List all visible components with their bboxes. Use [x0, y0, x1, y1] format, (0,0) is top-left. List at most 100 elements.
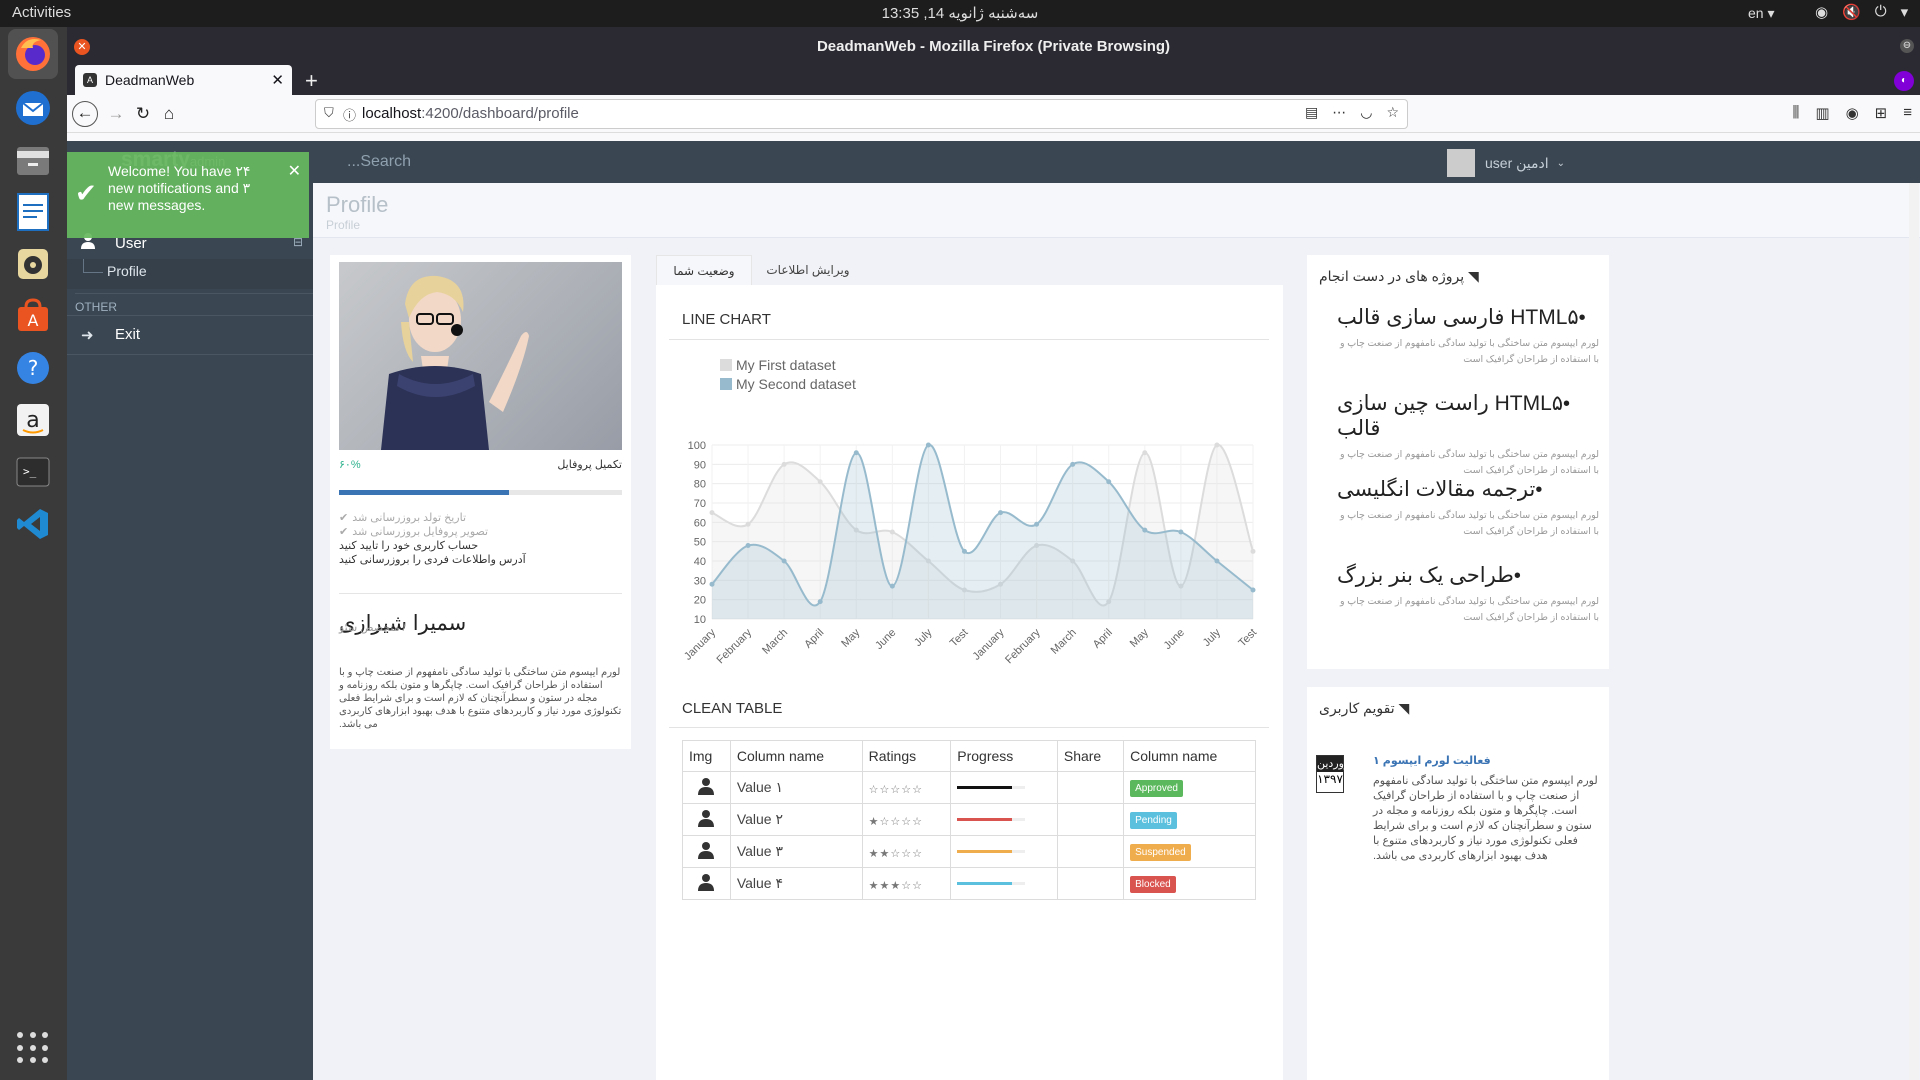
sidebar-item-profile[interactable]: Profile	[67, 259, 313, 289]
thunderbird-icon[interactable]	[8, 83, 58, 133]
legend-swatch	[720, 359, 732, 371]
library-icon[interactable]: ⫼	[1792, 104, 1799, 122]
table-header-row: Img Column name Ratings Progress Share Column…	[682, 740, 1256, 772]
profile-photo	[339, 262, 622, 450]
table-row[interactable]: Value ۴ ★★★☆☆ Blocked	[682, 867, 1256, 900]
star-rating[interactable]: ★★★☆☆	[869, 880, 923, 892]
terminal-icon[interactable]: >_	[8, 447, 58, 497]
x-tick-label: January	[682, 626, 719, 663]
private-browsing-icon: ◐	[1894, 71, 1914, 91]
data-point	[781, 461, 787, 467]
progress-cell	[950, 803, 1058, 836]
progress-cell	[950, 771, 1058, 804]
forward-button[interactable]: →	[103, 101, 129, 127]
data-point	[1142, 527, 1148, 533]
notification-toast[interactable]: ✔ Welcome! You have ۲۴ new notifications…	[67, 152, 309, 238]
bookmark-star-icon[interactable]: ☆	[1386, 104, 1399, 121]
sidebar-icon[interactable]: ▥	[1815, 104, 1829, 122]
project-item[interactable]: طراحی یک بنر بزرگ لورم ایپسوم متن ساختگی …	[1337, 563, 1599, 626]
column-header[interactable]: Share	[1056, 740, 1125, 772]
sign-out-icon: ➜	[81, 327, 94, 344]
extensions-icon[interactable]: ⊞	[1875, 104, 1888, 122]
column-header[interactable]: Ratings	[861, 740, 952, 772]
project-description: لورم ایپسوم متن ساختگی با تولید سادگی نا…	[1339, 596, 1599, 623]
star-rating[interactable]: ★☆☆☆☆	[869, 816, 923, 828]
column-header[interactable]: Column name	[729, 740, 863, 772]
row-progress-bar	[957, 818, 1026, 821]
star-rating[interactable]: ☆☆☆☆☆	[869, 784, 923, 796]
back-button[interactable]: ←	[72, 101, 98, 127]
line-chart: My First dataset My Second dataset 10 20 30 4…	[682, 357, 1259, 665]
software-store-icon[interactable]: A	[8, 291, 58, 341]
tracking-shield-icon[interactable]: ⛉	[324, 105, 334, 121]
data-point	[709, 581, 715, 587]
y-tick-label: 30	[694, 575, 706, 587]
table-row[interactable]: Value ۲ ★☆☆☆☆ Pending	[682, 803, 1256, 836]
x-tick-label: April	[1091, 627, 1115, 651]
svg-text:?: ?	[28, 356, 39, 380]
table-row[interactable]: Value ۳ ★★☆☆☆ Suspended	[682, 835, 1256, 868]
event-title[interactable]: فعالیت لورم ایپسوم ۱	[1373, 754, 1599, 767]
url-bar[interactable]: ⛉ ⓘ localhost:4200/dashboard/profile ▤ ⋯…	[315, 99, 1408, 129]
new-tab-button[interactable]: +	[305, 68, 318, 94]
rss-icon: ◥	[1468, 268, 1479, 284]
x-tick-label: Test	[1236, 627, 1259, 650]
data-point	[817, 479, 823, 485]
project-item[interactable]: HTML۵ فارسی سازی قالب لورم ایپسوم متن ساخ…	[1337, 305, 1599, 368]
divider	[339, 593, 622, 594]
rhythmbox-icon[interactable]	[8, 239, 58, 289]
project-description: لورم ایپسوم متن ساختگی با تولید سادگی نا…	[1339, 449, 1599, 476]
search-input[interactable]: ...Search	[347, 153, 411, 171]
row-value: Value ۳	[729, 835, 863, 868]
column-header[interactable]: Img	[682, 740, 731, 772]
volume-icon: 🔇	[1842, 4, 1861, 21]
account-icon[interactable]: ◉	[1846, 104, 1859, 122]
show-applications-icon[interactable]	[17, 1032, 50, 1065]
reader-view-icon[interactable]: ▤	[1305, 104, 1318, 121]
project-item[interactable]: HTML۵ راست چین سازی قالب لورم ایپسوم متن …	[1337, 391, 1599, 479]
system-tray[interactable]: ◉ 🔇 ⏻ ▾	[1815, 3, 1908, 21]
star-rating[interactable]: ★★☆☆☆	[869, 848, 923, 860]
language-indicator[interactable]: en ▾	[1748, 5, 1775, 22]
data-point	[745, 521, 751, 527]
row-progress-bar	[957, 786, 1026, 789]
site-info-icon[interactable]: ⓘ	[343, 105, 356, 124]
legend-label: My Second dataset	[736, 376, 856, 392]
clock[interactable]: سه‌شنبه ژانویه 14, 13:35	[0, 4, 1920, 22]
sidebar-item-exit[interactable]: ➜ Exit	[67, 315, 313, 355]
browser-window: ✕ DeadmanWeb - Mozilla Firefox (Private …	[67, 27, 1920, 1080]
user-menu[interactable]: user ادمین ⌄	[1447, 149, 1565, 177]
y-tick-label: 100	[688, 440, 706, 452]
files-icon[interactable]	[8, 135, 58, 185]
tab-strip: A DeadmanWeb ✕ + ◐	[67, 65, 1920, 95]
page-scrollbar[interactable]	[1909, 183, 1919, 1080]
check-icon: ✔	[75, 178, 97, 208]
reload-button[interactable]: ↻	[130, 101, 156, 127]
menu-icon[interactable]: ≡	[1903, 104, 1912, 122]
firefox-icon[interactable]	[8, 29, 58, 79]
angular-favicon-icon: A	[83, 73, 97, 87]
column-header[interactable]: Progress	[950, 740, 1058, 772]
status-badge: Suspended	[1130, 844, 1191, 861]
page-actions-icon[interactable]: ⋯	[1332, 104, 1346, 121]
data-point	[1106, 479, 1112, 485]
table-row[interactable]: Value ۱ ☆☆☆☆☆ Approved	[682, 771, 1256, 804]
writer-icon[interactable]	[8, 187, 58, 237]
amazon-icon[interactable]: a	[8, 395, 58, 445]
data-point	[998, 510, 1004, 516]
url-actions: ▤ ⋯ ◡ ☆	[1305, 104, 1399, 121]
pocket-icon[interactable]: ◡	[1360, 104, 1372, 121]
tab-edit-info[interactable]: ویرایش اطلاعات	[760, 255, 856, 285]
home-button[interactable]: ⌂	[156, 101, 182, 127]
data-point	[1070, 461, 1076, 467]
column-header[interactable]: Column name	[1123, 740, 1256, 772]
close-tab-icon[interactable]: ✕	[271, 71, 284, 89]
vscode-icon[interactable]	[8, 499, 58, 549]
help-icon[interactable]: ?	[8, 343, 58, 393]
close-icon[interactable]: ✕	[288, 161, 301, 181]
restore-window-icon[interactable]: ⊖	[1900, 39, 1914, 53]
tab-status[interactable]: وضعیت شما	[656, 255, 752, 285]
user-icon	[698, 842, 715, 859]
project-item[interactable]: ترجمه مقالات انگلیسی لورم ایپسوم متن ساخت…	[1337, 477, 1599, 540]
browser-tab[interactable]: A DeadmanWeb ✕	[75, 65, 292, 95]
